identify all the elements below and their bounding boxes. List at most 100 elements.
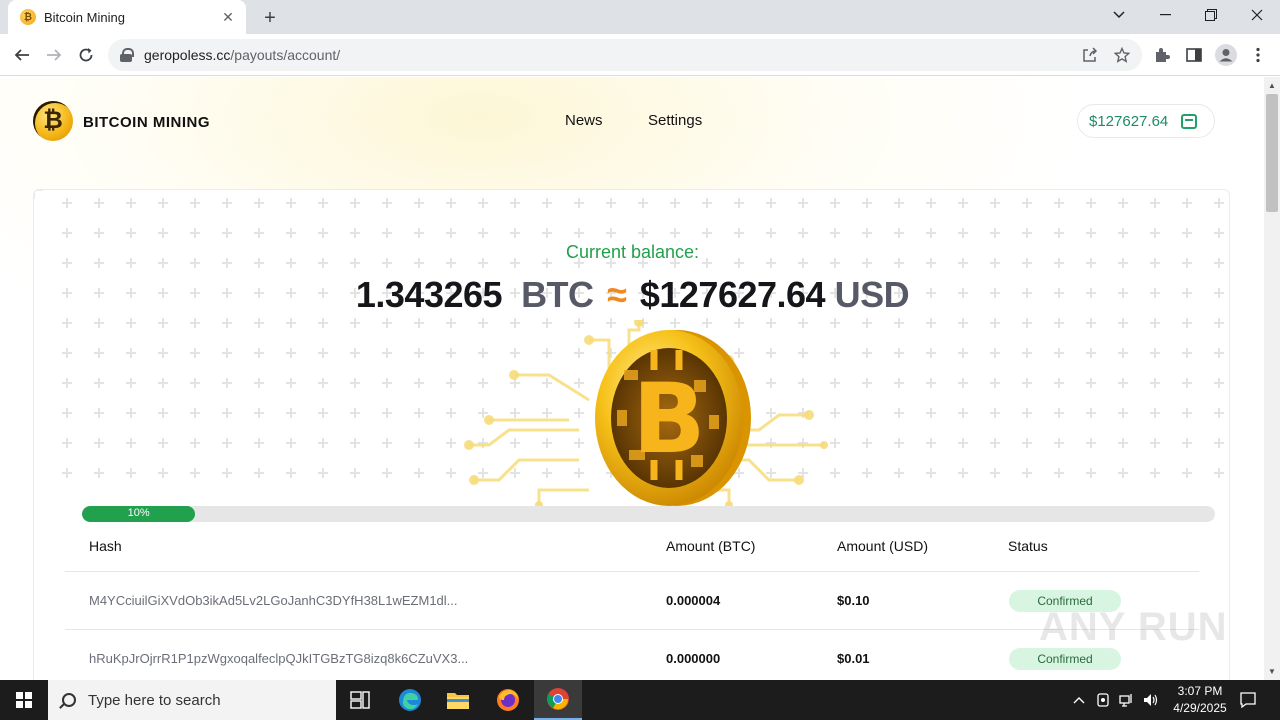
status-badge: Confirmed <box>1009 648 1121 670</box>
tab-close-icon[interactable]: ✕ <box>220 9 236 25</box>
grid-plus-mark <box>1086 438 1096 448</box>
grid-plus-mark <box>1054 318 1064 328</box>
progress-fill: 10% <box>82 506 196 522</box>
grid-plus-mark <box>190 228 200 238</box>
svg-text:B: B <box>632 363 705 475</box>
firefox-icon[interactable] <box>484 680 532 720</box>
grid-plus-mark <box>1054 348 1064 358</box>
grid-plus-mark <box>382 318 392 328</box>
lock-icon[interactable] <box>120 48 134 62</box>
grid-plus-mark <box>286 348 296 358</box>
taskbar-search[interactable]: Type here to search <box>48 680 336 720</box>
tab-search-icon[interactable] <box>1096 0 1142 30</box>
grid-plus-mark <box>862 198 872 208</box>
grid-plus-mark <box>606 198 616 208</box>
grid-plus-mark <box>350 408 360 418</box>
grid-plus-mark <box>990 378 1000 388</box>
grid-plus-mark <box>350 228 360 238</box>
row-amount-btc: 0.000000 <box>666 651 721 666</box>
scroll-down-icon[interactable]: ▼ <box>1266 665 1278 677</box>
grid-plus-mark <box>94 198 104 208</box>
address-bar[interactable]: geropoless.cc/payouts/account/ <box>108 39 1142 71</box>
site-name[interactable]: BITCOIN MINING <box>83 114 210 131</box>
side-panel-icon[interactable] <box>1180 41 1208 69</box>
grid-plus-mark <box>158 438 168 448</box>
grid-plus-mark <box>254 198 264 208</box>
menu-kebab-icon[interactable] <box>1244 41 1272 69</box>
anyrun-watermark: ANY RUN <box>1039 605 1228 649</box>
share-icon[interactable] <box>1080 45 1100 65</box>
grid-plus-mark <box>254 378 264 388</box>
scrollbar-thumb[interactable] <box>1266 94 1278 212</box>
grid-plus-mark <box>1150 408 1160 418</box>
minimize-icon[interactable] <box>1142 0 1188 30</box>
grid-plus-mark <box>1118 318 1128 328</box>
grid-plus-mark <box>318 438 328 448</box>
grid-plus-mark <box>158 318 168 328</box>
grid-plus-mark <box>190 408 200 418</box>
balance-card: Current balance: 1.343265 BTC ≈ $127627.… <box>33 189 1230 680</box>
grid-plus-mark <box>350 348 360 358</box>
network-icon[interactable] <box>1116 680 1138 720</box>
grid-plus-mark <box>1118 408 1128 418</box>
grid-plus-mark <box>894 378 904 388</box>
new-tab-button[interactable]: + <box>258 6 282 30</box>
grid-plus-mark <box>318 408 328 418</box>
close-window-icon[interactable] <box>1234 0 1280 30</box>
header-balance-chip[interactable]: $127627.64 <box>1077 104 1215 138</box>
grid-plus-mark <box>318 228 328 238</box>
grid-plus-mark <box>382 438 392 448</box>
col-header-amount-usd: Amount (USD) <box>837 538 929 554</box>
forward-arrow-icon[interactable] <box>40 41 68 69</box>
scroll-up-icon[interactable]: ▲ <box>1266 79 1278 91</box>
grid-plus-mark <box>574 198 584 208</box>
grid-plus-mark <box>190 438 200 448</box>
bitcoin-logo-icon[interactable]: ₿ <box>33 101 73 141</box>
grid-plus-mark <box>702 198 712 208</box>
taskbar-clock[interactable]: 3:07 PM 4/29/2025 <box>1160 683 1240 717</box>
grid-plus-mark <box>862 378 872 388</box>
volume-icon[interactable] <box>1140 680 1162 720</box>
grid-plus-mark <box>414 378 424 388</box>
grid-plus-mark <box>1150 228 1160 238</box>
grid-plus-mark <box>126 198 136 208</box>
reload-icon[interactable] <box>72 41 100 69</box>
row-amount-usd: $0.01 <box>837 651 870 666</box>
edge-browser-icon[interactable] <box>386 680 434 720</box>
nav-settings-link[interactable]: Settings <box>648 112 702 129</box>
grid-plus-mark <box>254 438 264 448</box>
notifications-icon[interactable] <box>1234 680 1262 720</box>
col-header-hash: Hash <box>89 538 122 554</box>
extensions-puzzle-icon[interactable] <box>1148 41 1176 69</box>
grid-plus-mark <box>1214 378 1224 388</box>
profile-avatar-icon[interactable] <box>1212 41 1240 69</box>
chrome-taskbar-icon[interactable] <box>534 680 582 720</box>
grid-plus-mark <box>1214 228 1224 238</box>
grid-plus-mark <box>382 228 392 238</box>
browser-tab[interactable]: ₿ Bitcoin Mining ✕ <box>8 0 246 34</box>
grid-plus-mark <box>1022 198 1032 208</box>
task-view-icon[interactable] <box>336 680 384 720</box>
grid-plus-mark <box>1118 228 1128 238</box>
grid-plus-mark <box>414 348 424 358</box>
bookmark-star-icon[interactable] <box>1112 45 1132 65</box>
grid-plus-mark <box>894 348 904 358</box>
grid-plus-mark <box>990 228 1000 238</box>
grid-plus-mark <box>1054 378 1064 388</box>
restore-icon[interactable] <box>1188 0 1234 30</box>
back-arrow-icon[interactable] <box>8 41 36 69</box>
grid-plus-mark <box>894 318 904 328</box>
grid-plus-mark <box>62 228 72 238</box>
grid-plus-mark <box>894 468 904 478</box>
start-button[interactable] <box>0 680 48 720</box>
grid-plus-mark <box>926 228 936 238</box>
file-explorer-icon[interactable] <box>434 680 482 720</box>
grid-plus-mark <box>1150 378 1160 388</box>
clock-time: 3:07 PM <box>1177 684 1223 698</box>
tray-device-icon[interactable] <box>1092 680 1114 720</box>
grid-plus-mark <box>1086 228 1096 238</box>
grid-plus-mark <box>894 438 904 448</box>
tray-chevron-icon[interactable] <box>1068 680 1090 720</box>
grid-plus-mark <box>1118 438 1128 448</box>
nav-news-link[interactable]: News <box>565 112 603 129</box>
